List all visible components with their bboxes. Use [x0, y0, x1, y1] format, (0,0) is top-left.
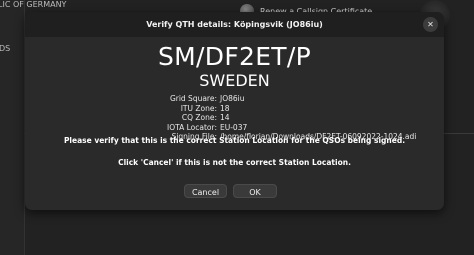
grid-square-value: JO86iu: [220, 94, 245, 103]
dialog-title: Verify QTH details: Köpingsvik (JO86iu): [146, 20, 323, 29]
cq-zone-value: 14: [220, 113, 230, 122]
background-sidebar: LIC OF GERMANY DS: [0, 0, 66, 255]
itu-zone-value: 18: [220, 103, 230, 113]
grid-square-label: Grid Square:: [169, 94, 217, 103]
background-sidebar-text: LIC OF GERMANY: [0, 0, 67, 9]
cancel-button[interactable]: Cancel: [184, 184, 227, 198]
detail-row-cq-zone: CQ Zone: 14: [25, 113, 444, 123]
detail-row-iota-locator: IOTA Locator: EU-037: [25, 123, 444, 133]
itu-zone-label: ITU Zone:: [180, 103, 217, 113]
detail-row-itu-zone: ITU Zone: 18: [25, 104, 444, 114]
cq-zone-label: CQ Zone:: [181, 113, 217, 122]
callsign-heading: SM/DF2ET/P: [158, 42, 311, 71]
country-heading: SWEDEN: [199, 71, 270, 90]
verify-qth-dialog: Verify QTH details: Köpingsvik (JO86iu) …: [25, 12, 444, 210]
iota-locator-value: EU-037: [220, 122, 248, 132]
ok-button[interactable]: OK: [233, 184, 277, 198]
cancel-instruction-message: Click 'Cancel' if this is not the correc…: [118, 158, 351, 167]
verify-message: Please verify that this is the correct S…: [63, 136, 406, 145]
iota-locator-label: IOTA Locator:: [167, 122, 217, 132]
dialog-titlebar[interactable]: Verify QTH details: Köpingsvik (JO86iu) …: [25, 12, 444, 37]
background-sidebar-text: DS: [0, 44, 11, 53]
close-icon: ✕: [427, 20, 434, 29]
station-details: Grid Square: JO86iu ITU Zone: 18 CQ Zone…: [25, 94, 444, 142]
detail-row-grid-square: Grid Square: JO86iu: [25, 94, 444, 104]
close-button[interactable]: ✕: [423, 17, 438, 32]
